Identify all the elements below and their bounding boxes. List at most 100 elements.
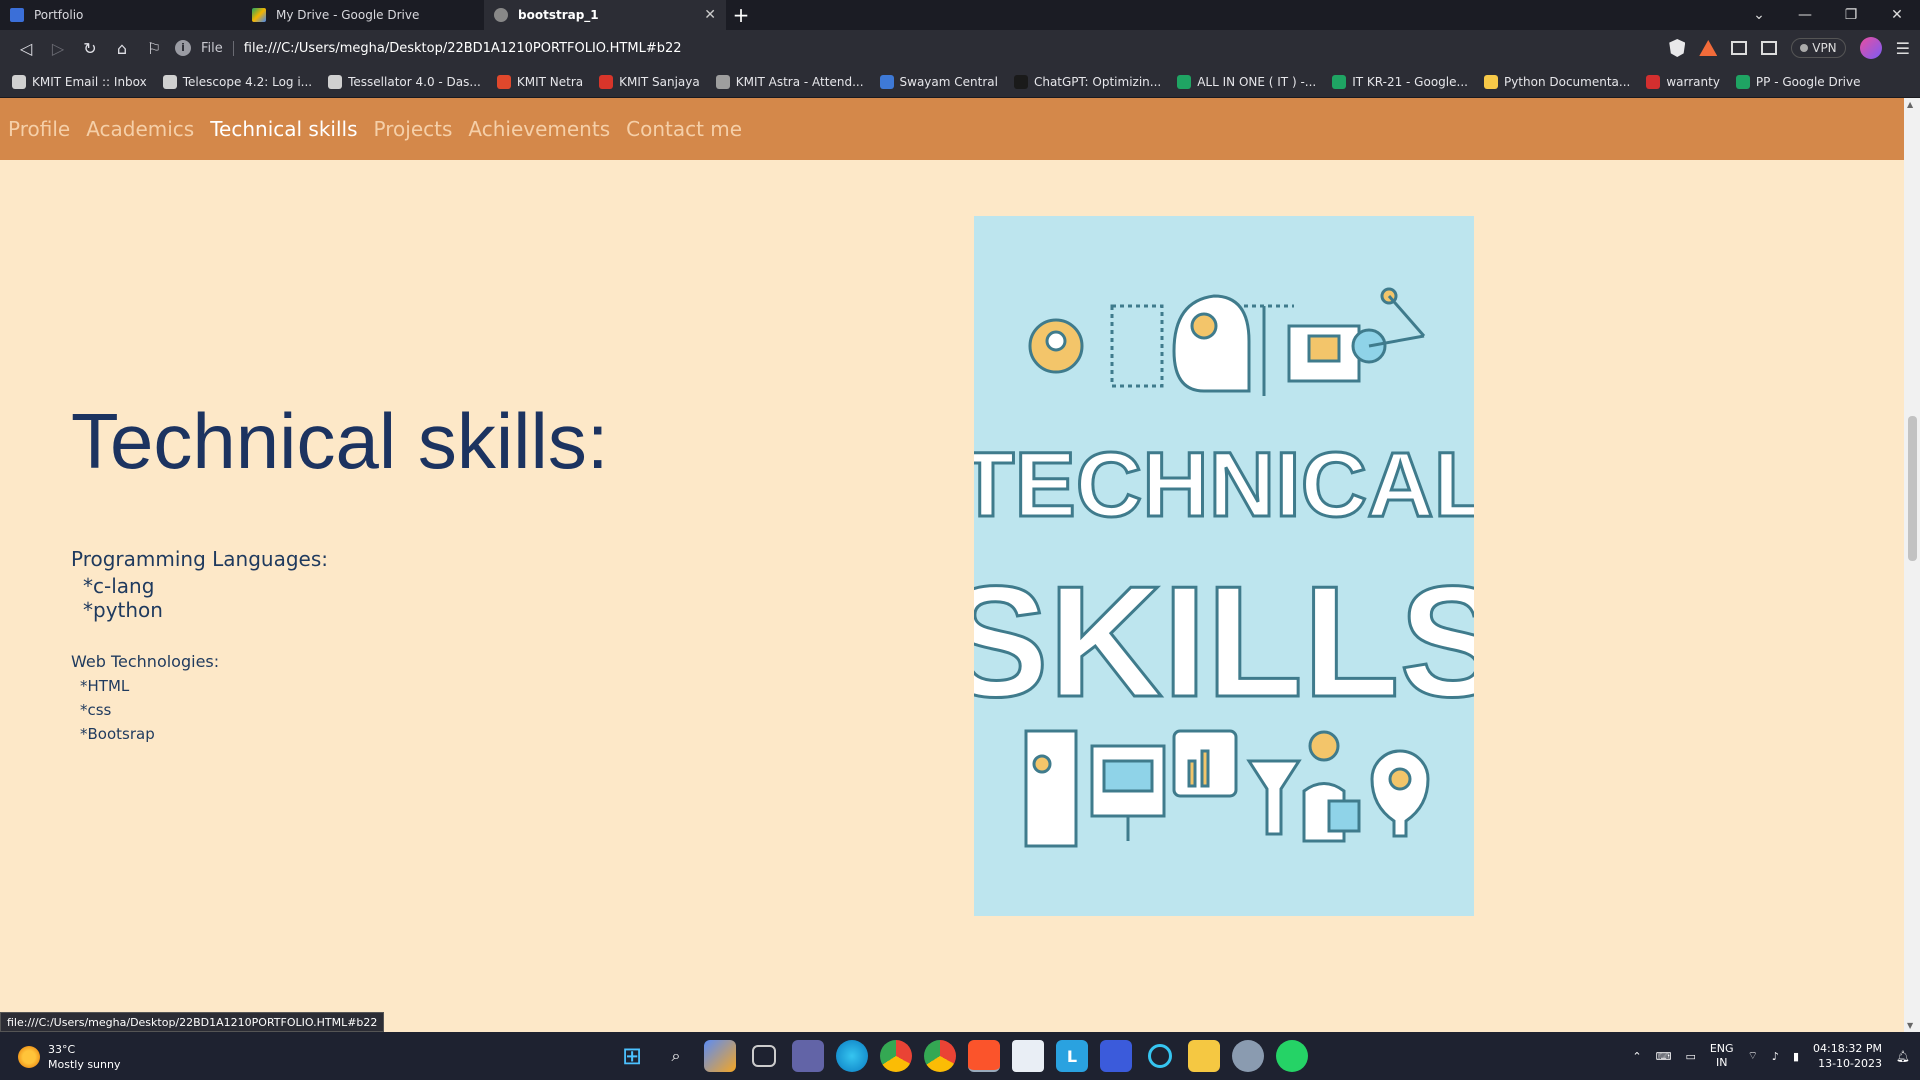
chevron-up-icon[interactable]: ⌃ [1632,1050,1641,1063]
close-tab-icon[interactable]: ✕ [704,7,716,23]
bookmark-item[interactable]: Telescope 4.2: Log i... [162,74,313,89]
url-text[interactable]: file:///C:/Users/megha/Desktop/22BD1A121… [244,41,682,56]
clock-date: 13-10-2023 [1818,1057,1883,1070]
bookmark-item[interactable]: Tessellator 4.0 - Das... [328,74,481,89]
bookmark-favicon-icon [879,74,894,89]
page-viewport: Profile Academics Technical skills Proje… [0,98,1904,1032]
address-bar[interactable]: i File file:///C:/Users/megha/Desktop/22… [175,33,1635,63]
scroll-up-icon[interactable]: ▲ [1907,100,1913,109]
clock[interactable]: 04:18:32 PM 13-10-2023 [1813,1041,1882,1071]
tab-strip: Portfolio My Drive - Google Drive bootst… [0,0,1920,30]
illustration-title-line2: SKILLS [974,554,1474,730]
illustration-art: TECHNICAL SKILLS [942,287,1506,848]
bookmark-label: Swayam Central [899,74,998,89]
nav-technical-skills[interactable]: Technical skills [210,117,357,141]
brave-rewards-icon[interactable] [1699,40,1718,56]
bookmark-item[interactable]: ALL IN ONE ( IT ) -... [1177,74,1316,89]
bookmark-icon[interactable]: ⚐ [138,39,170,58]
bookmark-item[interactable]: Python Documenta... [1483,74,1631,89]
vscode-icon[interactable] [1100,1040,1132,1072]
tab-search-icon[interactable]: ⌄ [1736,7,1782,23]
forward-icon[interactable]: ▷ [42,39,74,58]
tab-bootstrap[interactable]: bootstrap_1 ✕ [484,0,726,30]
brave-shield-icon[interactable] [1669,39,1686,57]
scroll-down-icon[interactable]: ▼ [1907,1021,1913,1030]
widgets-icon[interactable] [704,1040,736,1072]
language-indicator[interactable]: ENG IN [1710,1042,1734,1070]
l-app-icon[interactable]: L [1056,1040,1088,1072]
browser-toolbar: ◁ ▷ ↻ ⌂ ⚐ i File file:///C:/Users/megha/… [0,30,1920,66]
volume-icon[interactable]: ♪ [1772,1050,1779,1063]
chrome-beta-icon[interactable] [924,1040,956,1072]
bookmark-item[interactable]: KMIT Sanjaya [599,74,700,89]
scrollbar-thumb[interactable] [1908,416,1917,561]
windows-start-icon[interactable]: ⊞ [616,1040,648,1072]
notification-bell-icon[interactable]: 🔔︎ [1896,1050,1910,1063]
battery-icon[interactable]: ▮ [1793,1050,1799,1063]
tab-google-drive[interactable]: My Drive - Google Drive [242,0,484,30]
close-window-button[interactable]: ✕ [1874,7,1920,23]
hamburger-menu-icon[interactable]: ☰ [1896,39,1910,58]
bookmark-favicon-icon [1735,74,1750,89]
cortana-icon[interactable] [1148,1044,1172,1068]
bookmark-item[interactable]: Swayam Central [879,74,998,89]
technical-skills-illustration: TECHNICAL SKILLS [942,216,1506,916]
vpn-button[interactable]: VPN [1791,38,1846,58]
bookmark-item[interactable]: KMIT Email :: Inbox [12,74,147,89]
language-code: ENG [1709,1042,1734,1055]
minimize-button[interactable]: — [1782,7,1828,23]
programming-languages-title: Programming Languages: [71,547,329,571]
whatsapp-icon[interactable] [1276,1040,1308,1072]
bookmark-item[interactable]: KMIT Netra [496,74,583,89]
restore-button[interactable]: ❐ [1828,7,1874,23]
profile-avatar[interactable] [1859,37,1882,59]
bookmark-label: Tessellator 4.0 - Das... [348,74,481,89]
brave-icon[interactable] [968,1040,1000,1072]
weather-widget[interactable]: 33°C Mostly sunny [18,1042,120,1072]
wifi-icon[interactable]: ⌔ [1748,1049,1758,1063]
list-item: *c-lang [83,574,155,598]
bookmark-item[interactable]: KMIT Astra - Attend... [715,74,864,89]
teams-chat-icon[interactable] [792,1040,824,1072]
bookmark-item[interactable]: IT KR-21 - Google... [1332,74,1468,89]
bookmark-favicon-icon [496,74,511,89]
reload-icon[interactable]: ↻ [74,39,106,58]
bookmark-item[interactable]: warranty [1646,74,1720,89]
task-view-icon[interactable] [752,1045,776,1067]
edge-icon[interactable] [836,1040,868,1072]
clock-time: 04:18:32 PM [1813,1042,1883,1055]
settings-icon[interactable] [1232,1040,1264,1072]
tab-title: bootstrap_1 [518,8,599,22]
store-icon[interactable] [1012,1040,1044,1072]
bookmark-favicon-icon [162,74,177,89]
vpn-status-icon [1800,44,1809,52]
new-tab-button[interactable]: + [726,0,756,30]
sidebar-toggle-icon[interactable] [1731,41,1748,55]
display-icon[interactable]: ▭ [1685,1050,1695,1063]
nav-academics[interactable]: Academics [86,117,194,141]
nav-achievements[interactable]: Achievements [468,117,610,141]
search-icon[interactable]: ⌕ [660,1040,692,1072]
file-explorer-icon[interactable] [1188,1040,1220,1072]
web-technologies-list: *HTML *css *Bootsrap [71,674,155,746]
keyboard-icon[interactable]: ⌨ [1656,1050,1672,1063]
bookmark-favicon-icon [12,74,26,89]
nav-projects[interactable]: Projects [374,117,453,141]
bookmark-label: PP - Google Drive [1755,74,1861,89]
bookmark-label: Python Documenta... [1503,74,1631,89]
bookmark-label: Telescope 4.2: Log i... [182,74,313,89]
chrome-icon[interactable] [880,1040,912,1072]
temperature: 33°C [48,1043,76,1056]
nav-profile[interactable]: Profile [8,117,70,141]
site-info-icon[interactable]: i [175,40,191,56]
bookmark-item[interactable]: PP - Google Drive [1735,74,1861,89]
windows-taskbar: 33°C Mostly sunny ⊞ ⌕ L ⌃ ⌨ ▭ ENG IN ⌔ ♪… [0,1032,1920,1080]
back-icon[interactable]: ◁ [10,39,42,58]
bookmark-favicon-icon [599,74,614,89]
tab-portfolio[interactable]: Portfolio [0,0,242,30]
wallet-icon[interactable] [1761,41,1778,55]
nav-contact-me[interactable]: Contact me [626,117,742,141]
home-icon[interactable]: ⌂ [106,39,138,58]
bookmark-item[interactable]: ChatGPT: Optimizin... [1013,74,1161,89]
page-scrollbar[interactable]: ▲ ▼ [1904,98,1920,1032]
